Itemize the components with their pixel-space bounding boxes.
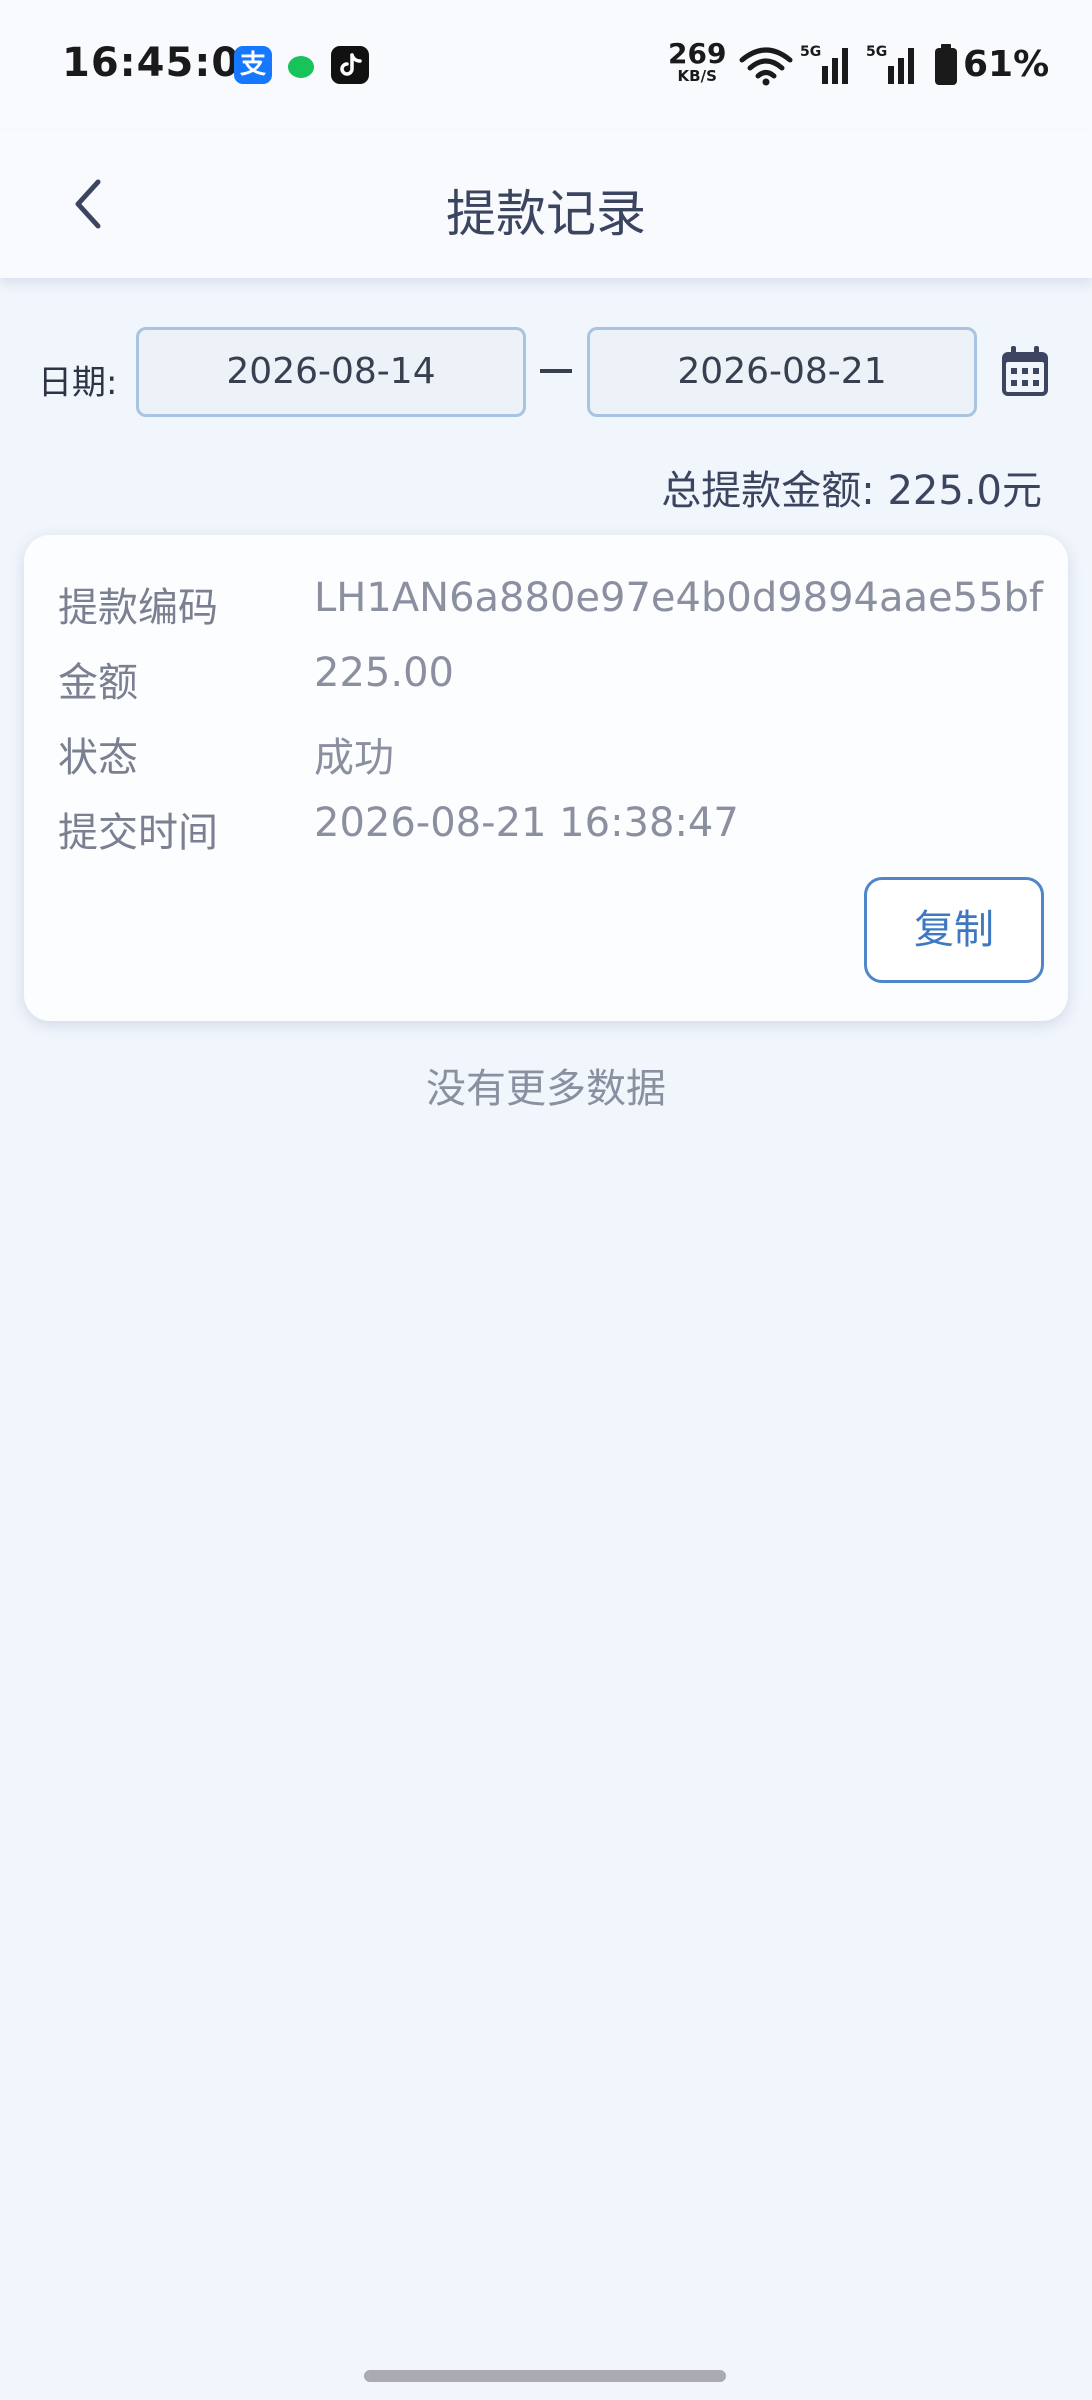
code-label: 提款编码: [58, 585, 218, 631]
app-header: 提款记录: [0, 130, 1092, 278]
start-date-input[interactable]: 2026-08-14: [136, 327, 526, 417]
alipay-icon: 支: [234, 46, 272, 84]
amount-value: 225.00: [314, 650, 454, 696]
calendar-icon[interactable]: [1000, 344, 1050, 398]
submit-time-label: 提交时间: [58, 810, 218, 856]
battery-percent: 61%: [963, 44, 1050, 85]
signal-5g-icon: 5G: [800, 44, 848, 84]
copy-button[interactable]: 复制: [864, 877, 1044, 983]
battery-icon: [935, 44, 957, 85]
network-speed: 269 KB/S: [668, 40, 726, 84]
submit-time-value: 2026-08-21 16:38:47: [314, 800, 739, 846]
svg-text:5G: 5G: [800, 44, 821, 60]
page-title: 提款记录: [446, 185, 646, 243]
status-label: 状态: [58, 735, 138, 781]
date-label: 日期:: [38, 363, 118, 403]
end-date-input[interactable]: 2026-08-21: [587, 327, 977, 417]
code-value: LH1AN6a880e97e4b0d9894aae55bf: [314, 575, 1044, 621]
total-withdraw-amount: 总提款金额: 225.0元: [661, 468, 1042, 514]
wifi-icon: [739, 47, 793, 86]
no-more-data-text: 没有更多数据: [426, 1066, 666, 1112]
tiktok-icon: [331, 46, 369, 84]
svg-text:5G: 5G: [866, 44, 887, 60]
withdraw-record-card: 提款编码 LH1AN6a880e97e4b0d9894aae55bf 金额 22…: [24, 535, 1068, 1021]
network-speed-value: 269: [668, 37, 727, 70]
date-range-separator: [540, 369, 572, 373]
status-bar: 16:45:01 支 269 KB/S 5G 5G 61%: [0, 0, 1092, 130]
message-app-icon: [288, 56, 314, 78]
signal-5g-icon-2: 5G: [866, 44, 914, 84]
home-indicator[interactable]: [364, 2370, 726, 2382]
network-speed-unit: KB/S: [677, 67, 717, 85]
amount-label: 金额: [58, 660, 138, 706]
status-value: 成功: [314, 735, 394, 781]
